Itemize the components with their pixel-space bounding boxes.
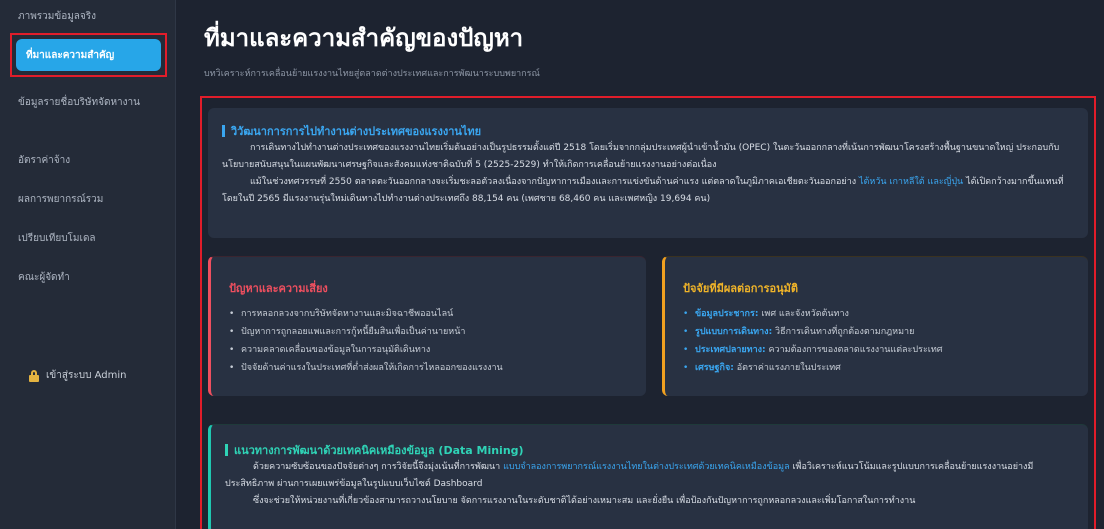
page-subtitle: บทวิเคราะห์การเคลื่อนย้ายแรงงานไทยสู่ตลา… bbox=[204, 69, 540, 79]
history-p2-text-a: แม้ในช่วงทศวรรษที่ 2550 ตลาดตะวันออกกลาง… bbox=[250, 177, 857, 187]
sidebar-item-overview[interactable]: ภาพรวมข้อมูลจริง bbox=[0, 10, 176, 23]
sidebar-item-label: คณะผู้จัดทำ bbox=[18, 272, 70, 283]
factor-key: เศรษฐกิจ: bbox=[695, 363, 734, 373]
list-item: รูปแบบการเดินทาง: วิธีการเดินทางที่ถูกต้… bbox=[683, 323, 943, 341]
risk-card: ปัญหาและความเสี่ยง การหลอกลวงจากบริษัทจั… bbox=[208, 256, 646, 396]
list-item: ความคลาดเคลื่อนของข้อมูลในการอนุมัติเดิน… bbox=[229, 341, 503, 359]
sidebar-item-forecast[interactable]: ผลการพยากรณ์รวม bbox=[0, 193, 176, 206]
factor-text: อัตราค่าแรงภายในประเทศ bbox=[736, 363, 841, 373]
sidebar-item-label: เปรียบเทียบโมเดล bbox=[18, 233, 96, 244]
factor-key: รูปแบบการเดินทาง: bbox=[695, 327, 773, 337]
history-p2-highlight: ไต้หวัน เกาหลีใต้ และญี่ปุ่น bbox=[859, 177, 964, 187]
datamining-p1-highlight: แบบจำลองการพยากรณ์แรงงานไทยในต่างประเทศด… bbox=[503, 462, 790, 472]
datamining-title-text: แนวทางการพัฒนาด้วยเทคนิคเหมืองข้อมูล (Da… bbox=[234, 444, 524, 457]
title-accent-bar bbox=[225, 444, 228, 456]
admin-login-link[interactable]: เข้าสู่ระบบ Admin bbox=[28, 368, 126, 383]
factor-key: ประเทศปลายทาง: bbox=[695, 345, 766, 355]
page-title: ที่มาและความสำคัญของปัญหา bbox=[204, 24, 524, 52]
lock-icon bbox=[28, 369, 40, 382]
list-item: การหลอกลวงจากบริษัทจัดหางานและมิจฉาชีพออ… bbox=[229, 305, 503, 323]
list-item: ปัญหาการถูกลอยแพและการกู้หนี้ยืมสินเพื่อ… bbox=[229, 323, 503, 341]
sidebar-item-wages[interactable]: อัตราค่าจ้าง bbox=[0, 154, 176, 167]
datamining-card-body: ด้วยความซับซ้อนของปัจจัยต่างๆ การวิจัยนี… bbox=[225, 459, 1081, 510]
factor-key: ข้อมูลประชากร: bbox=[695, 309, 759, 319]
datamining-paragraph-2: ซึ่งจะช่วยให้หน่วยงานที่เกี่ยวข้องสามารถ… bbox=[253, 496, 916, 506]
history-card-body: การเดินทางไปทำงานต่างประเทศของแรงงานไทยเ… bbox=[222, 140, 1078, 208]
sidebar-item-label: อัตราค่าจ้าง bbox=[18, 155, 71, 166]
list-item: เศรษฐกิจ: อัตราค่าแรงภายในประเทศ bbox=[683, 359, 943, 377]
sidebar-item-team[interactable]: คณะผู้จัดทำ bbox=[0, 271, 176, 284]
factor-text: ความต้องการของตลาดแรงงานแต่ละประเทศ bbox=[768, 345, 943, 355]
datamining-card: แนวทางการพัฒนาด้วยเทคนิคเหมืองข้อมูล (Da… bbox=[208, 424, 1088, 529]
history-card: วิวัฒนาการการไปทำงานต่างประเทศของแรงงานไ… bbox=[208, 108, 1088, 238]
sidebar-item-agencies[interactable]: ข้อมูลรายชื่อบริษัทจัดหางาน bbox=[0, 96, 140, 109]
factor-text: เพศ และจังหวัดต้นทาง bbox=[761, 309, 849, 319]
risk-card-title: ปัญหาและความเสี่ยง bbox=[229, 282, 328, 295]
history-paragraph-2: แม้ในช่วงทศวรรษที่ 2550 ตลาดตะวันออกกลาง… bbox=[222, 174, 1078, 208]
datamining-paragraph-1: ด้วยความซับซ้อนของปัจจัยต่างๆ การวิจัยนี… bbox=[225, 459, 1081, 493]
datamining-card-title: แนวทางการพัฒนาด้วยเทคนิคเหมืองข้อมูล (Da… bbox=[225, 441, 524, 459]
sidebar-item-label: ที่มาและความสำคัญ bbox=[26, 49, 115, 61]
sidebar-item-compare-models[interactable]: เปรียบเทียบโมเดล bbox=[0, 232, 176, 245]
approval-factors-card: ปัจจัยที่มีผลต่อการอนุมัติ ข้อมูลประชากร… bbox=[662, 256, 1088, 396]
history-card-title: วิวัฒนาการการไปทำงานต่างประเทศของแรงงานไ… bbox=[222, 122, 481, 140]
history-paragraph-1: การเดินทางไปทำงานต่างประเทศของแรงงานไทยเ… bbox=[222, 143, 1060, 170]
sidebar-item-label: ผลการพยากรณ์รวม bbox=[18, 194, 104, 205]
sidebar: ภาพรวมข้อมูลจริง ที่มาและความสำคัญ ข้อมู… bbox=[0, 0, 176, 529]
factor-text: วิธีการเดินทางที่ถูกต้องตามกฎหมาย bbox=[775, 327, 915, 337]
list-item: ข้อมูลประชากร: เพศ และจังหวัดต้นทาง bbox=[683, 305, 943, 323]
history-title-text: วิวัฒนาการการไปทำงานต่างประเทศของแรงงานไ… bbox=[231, 125, 482, 138]
sidebar-item-background[interactable]: ที่มาและความสำคัญ bbox=[10, 33, 167, 77]
admin-login-label: เข้าสู่ระบบ Admin bbox=[46, 370, 127, 381]
list-item: ประเทศปลายทาง: ความต้องการของตลาดแรงงานแ… bbox=[683, 341, 943, 359]
main-content: ที่มาและความสำคัญของปัญหา บทวิเคราะห์การ… bbox=[176, 0, 1104, 529]
risk-list: การหลอกลวงจากบริษัทจัดหางานและมิจฉาชีพออ… bbox=[229, 305, 503, 377]
factors-list: ข้อมูลประชากร: เพศ และจังหวัดต้นทาง รูปแ… bbox=[683, 305, 943, 377]
sidebar-item-label: ภาพรวมข้อมูลจริง bbox=[18, 11, 97, 22]
title-accent-bar bbox=[222, 125, 225, 137]
list-item: ปัจจัยด้านค่าแรงในประเทศที่ต่ำส่งผลให้เก… bbox=[229, 359, 503, 377]
datamining-p1-text-a: ด้วยความซับซ้อนของปัจจัยต่างๆ การวิจัยนี… bbox=[253, 462, 501, 472]
approval-factors-title: ปัจจัยที่มีผลต่อการอนุมัติ bbox=[683, 282, 799, 295]
sidebar-item-label: ข้อมูลรายชื่อบริษัทจัดหางาน bbox=[18, 97, 140, 108]
